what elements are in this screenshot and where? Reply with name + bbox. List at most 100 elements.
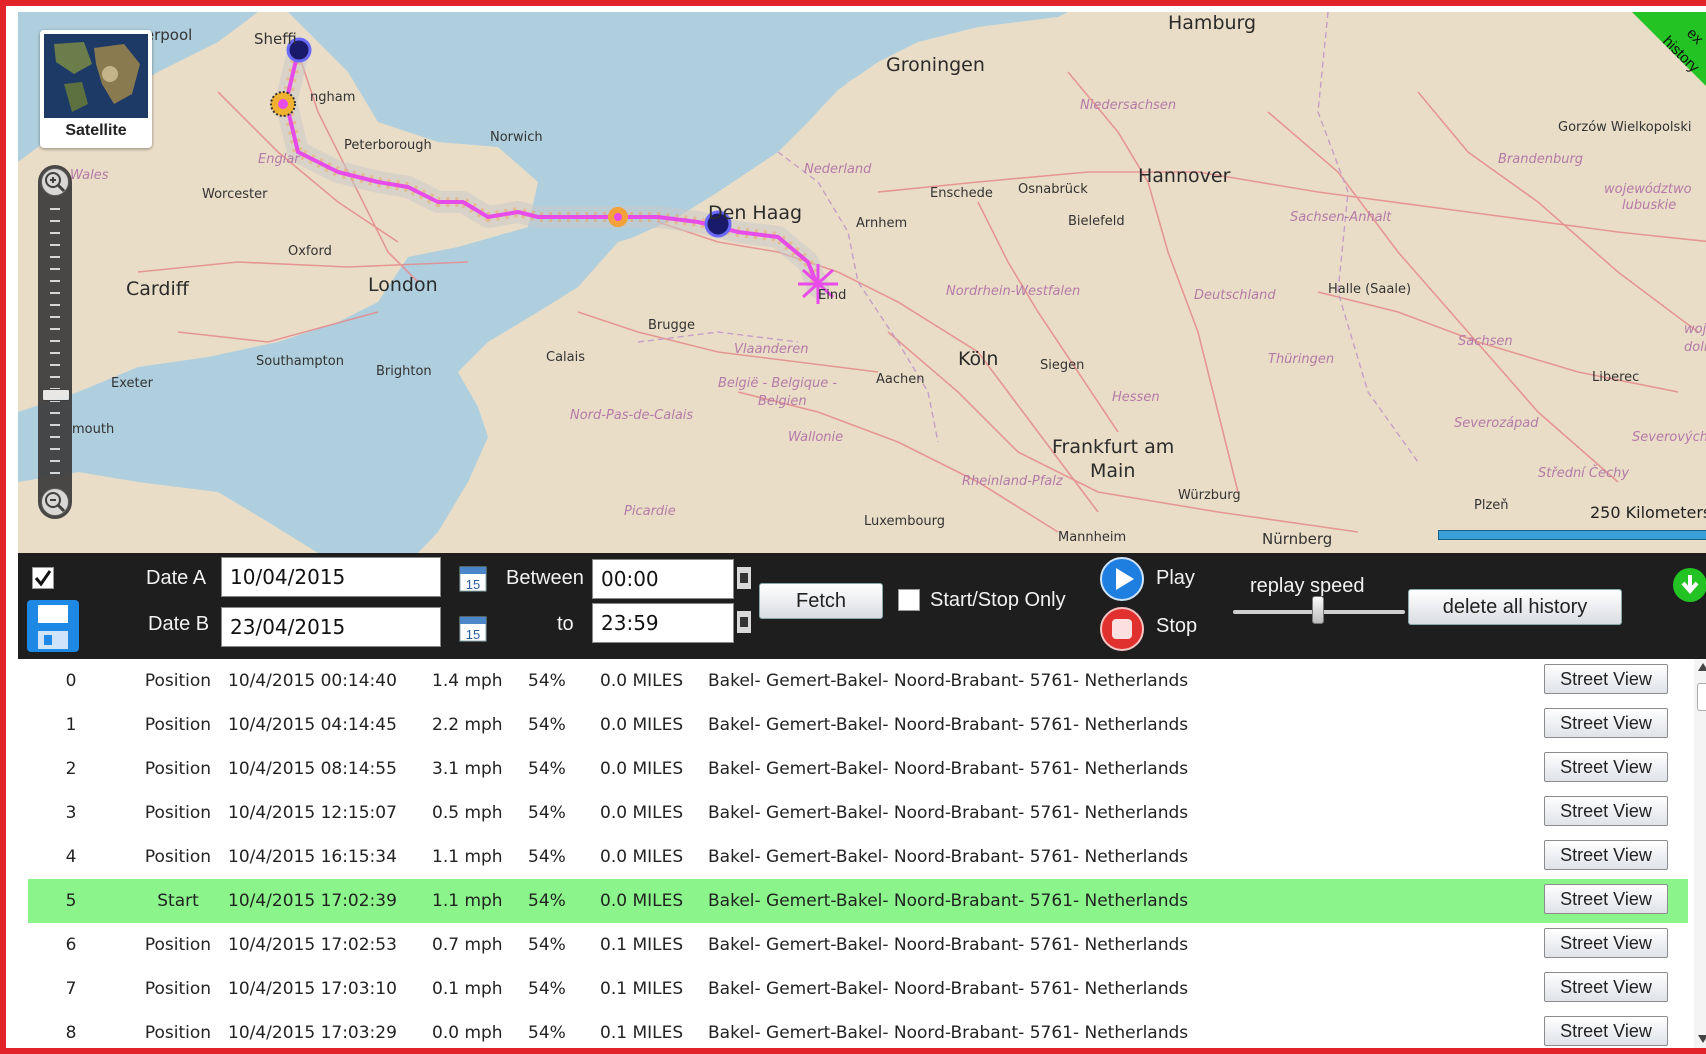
zoom-slider-thumb[interactable] [42, 389, 70, 401]
row-speed: 0.1 mph [432, 979, 503, 999]
row-timestamp: 10/4/2015 17:03:10 [228, 979, 397, 999]
map-view[interactable]: verpool Sheffi ngham Peterborough Norwic… [18, 12, 1706, 553]
replay-speed-thumb[interactable] [1312, 596, 1324, 624]
history-toolbar: Date A 10/04/2015 15 Date B 23/04/2015 1… [18, 553, 1706, 659]
map-label-frankfurt: Frankfurt am [1052, 436, 1175, 458]
download-arrow-icon[interactable] [1672, 567, 1706, 603]
replay-speed-label: replay speed [1250, 575, 1365, 597]
start-stop-only-checkbox[interactable] [898, 589, 920, 611]
row-type: Position [144, 1023, 212, 1043]
map-label-koln: Köln [958, 348, 999, 370]
calendar-a-icon[interactable]: 15 [458, 563, 488, 593]
play-button[interactable] [1100, 557, 1144, 601]
date-b-input[interactable]: 23/04/2015 [221, 607, 441, 647]
street-view-button[interactable]: Street View [1544, 1016, 1668, 1046]
street-view-button[interactable]: Street View [1544, 840, 1668, 870]
row-index: 8 [65, 1023, 77, 1043]
street-view-button[interactable]: Street View [1544, 972, 1668, 1002]
map-region-vlaanderen: Vlaanderen [734, 342, 809, 357]
map-region-belgien: Belgien [758, 394, 807, 409]
row-speed: 0.5 mph [432, 803, 503, 823]
table-scrollbar-thumb[interactable] [1697, 683, 1706, 711]
map-region-severovychod: Severovýcho [1632, 430, 1706, 445]
satellite-toggle-button[interactable]: Satellite [40, 30, 152, 148]
row-index: 7 [65, 979, 77, 999]
street-view-button[interactable]: Street View [1544, 752, 1668, 782]
time-from-picker-icon[interactable] [737, 567, 751, 589]
table-row[interactable]: 5 Start 10/4/2015 17:02:39 1.1 mph 54% 0.0 MI… [28, 879, 1688, 923]
map-label-frankfurt-main: Main [1090, 460, 1136, 482]
map-region-thuringen: Thüringen [1268, 352, 1335, 367]
street-view-button[interactable]: Street View [1544, 664, 1668, 694]
time-to-input[interactable]: 23:59 [592, 603, 734, 643]
row-address: Bakel- Gemert-Bakel- Noord-Brabant- 5761… [708, 803, 1189, 823]
bottom-strip [18, 1049, 1706, 1054]
map-label-arnhem: Arnhem [856, 216, 908, 231]
table-row[interactable]: 2 Position 10/4/2015 08:14:55 3.1 mph 54% 0.0… [28, 747, 1688, 791]
row-type: Position [144, 715, 212, 735]
start-stop-only-label: Start/Stop Only [930, 589, 1066, 611]
zoom-slider-track[interactable] [48, 205, 62, 481]
row-index: 0 [65, 671, 77, 691]
fetch-button[interactable]: Fetch [759, 583, 883, 619]
row-address: Bakel- Gemert-Bakel- Noord-Brabant- 5761… [708, 847, 1189, 867]
table-row[interactable]: 1 Position 10/4/2015 04:14:45 2.2 mph 54% 0.0… [28, 703, 1688, 747]
map-region-wojewodztwo: województwo [1604, 182, 1692, 197]
row-distance: 0.0 MILES [600, 803, 684, 823]
row-address: Bakel- Gemert-Bakel- Noord-Brabant- 5761… [708, 891, 1189, 911]
map-label-groningen: Groningen [886, 54, 985, 76]
row-distance: 0.0 MILES [600, 715, 684, 735]
time-from-input[interactable]: 00:00 [592, 559, 734, 599]
scroll-up-icon[interactable] [1698, 663, 1706, 671]
map-region-deutschland: Deutschland [1194, 288, 1276, 303]
map-region-wales: Wales [70, 168, 109, 183]
date-a-input[interactable]: 10/04/2015 [221, 557, 441, 597]
row-index: 2 [65, 759, 77, 779]
export-history-ribbon[interactable]: ex history [1602, 12, 1706, 122]
street-view-button[interactable]: Street View [1544, 796, 1668, 826]
map-region-doln: doln [1684, 340, 1706, 355]
row-address: Bakel- Gemert-Bakel- Noord-Brabant- 5761… [708, 671, 1189, 691]
row-type: Position [144, 979, 212, 999]
table-row[interactable]: 7 Position 10/4/2015 17:03:10 0.1 mph 54% 0.1… [28, 967, 1688, 1011]
street-view-button[interactable]: Street View [1544, 708, 1668, 738]
row-speed: 2.2 mph [432, 715, 503, 735]
map-label-hannover: Hannover [1138, 165, 1231, 187]
map-label-luxembourg: Luxembourg [864, 514, 946, 529]
zoom-in-button[interactable] [41, 168, 69, 196]
row-speed: 0.7 mph [432, 935, 503, 955]
map-label-peterborough: Peterborough [344, 138, 432, 153]
map-label-worcester: Worcester [202, 187, 268, 202]
row-type: Position [144, 847, 212, 867]
row-speed: 1.1 mph [432, 847, 503, 867]
row-distance: 0.1 MILES [600, 935, 684, 955]
table-row[interactable]: 0 Position 10/4/2015 00:14:40 1.4 mph 54% 0.0… [28, 659, 1688, 703]
table-row[interactable]: 3 Position 10/4/2015 12:15:07 0.5 mph 54% 0.0… [28, 791, 1688, 835]
save-icon[interactable] [26, 599, 80, 653]
row-battery: 54% [528, 891, 566, 911]
row-distance: 0.1 MILES [600, 1023, 684, 1043]
table-row[interactable]: 8 Position 10/4/2015 17:03:29 0.0 mph 54% 0.1… [28, 1011, 1688, 1048]
scroll-down-icon[interactable] [1698, 1035, 1706, 1043]
time-to-picker-icon[interactable] [737, 611, 751, 633]
to-label: to [557, 613, 574, 635]
street-view-button[interactable]: Street View [1544, 884, 1668, 914]
select-all-checkbox[interactable] [32, 567, 54, 589]
stop-button[interactable] [1100, 607, 1144, 651]
street-view-button[interactable]: Street View [1544, 928, 1668, 958]
table-row[interactable]: 4 Position 10/4/2015 16:15:34 1.1 mph 54% 0.0… [28, 835, 1688, 879]
row-timestamp: 10/4/2015 17:03:29 [228, 1023, 397, 1043]
map-label-enschede: Enschede [930, 186, 993, 201]
table-scrollbar[interactable] [1694, 659, 1706, 1048]
between-label: Between [506, 567, 584, 589]
zoom-out-button[interactable] [41, 488, 69, 516]
map-region-sachsen-anhalt: Sachsen-Anhalt [1290, 210, 1392, 225]
map-region-brandenburg: Brandenburg [1498, 152, 1584, 167]
map-label-oxford: Oxford [288, 244, 332, 259]
table-row[interactable]: 6 Position 10/4/2015 17:02:53 0.7 mph 54% 0.1… [28, 923, 1688, 967]
delete-all-history-button[interactable]: delete all history [1408, 589, 1622, 625]
map-label-bielefeld: Bielefeld [1068, 214, 1125, 229]
map-region-rheinland: Rheinland-Pfalz [962, 474, 1063, 489]
checkmark-icon [34, 570, 52, 587]
calendar-b-icon[interactable]: 15 [458, 613, 488, 643]
